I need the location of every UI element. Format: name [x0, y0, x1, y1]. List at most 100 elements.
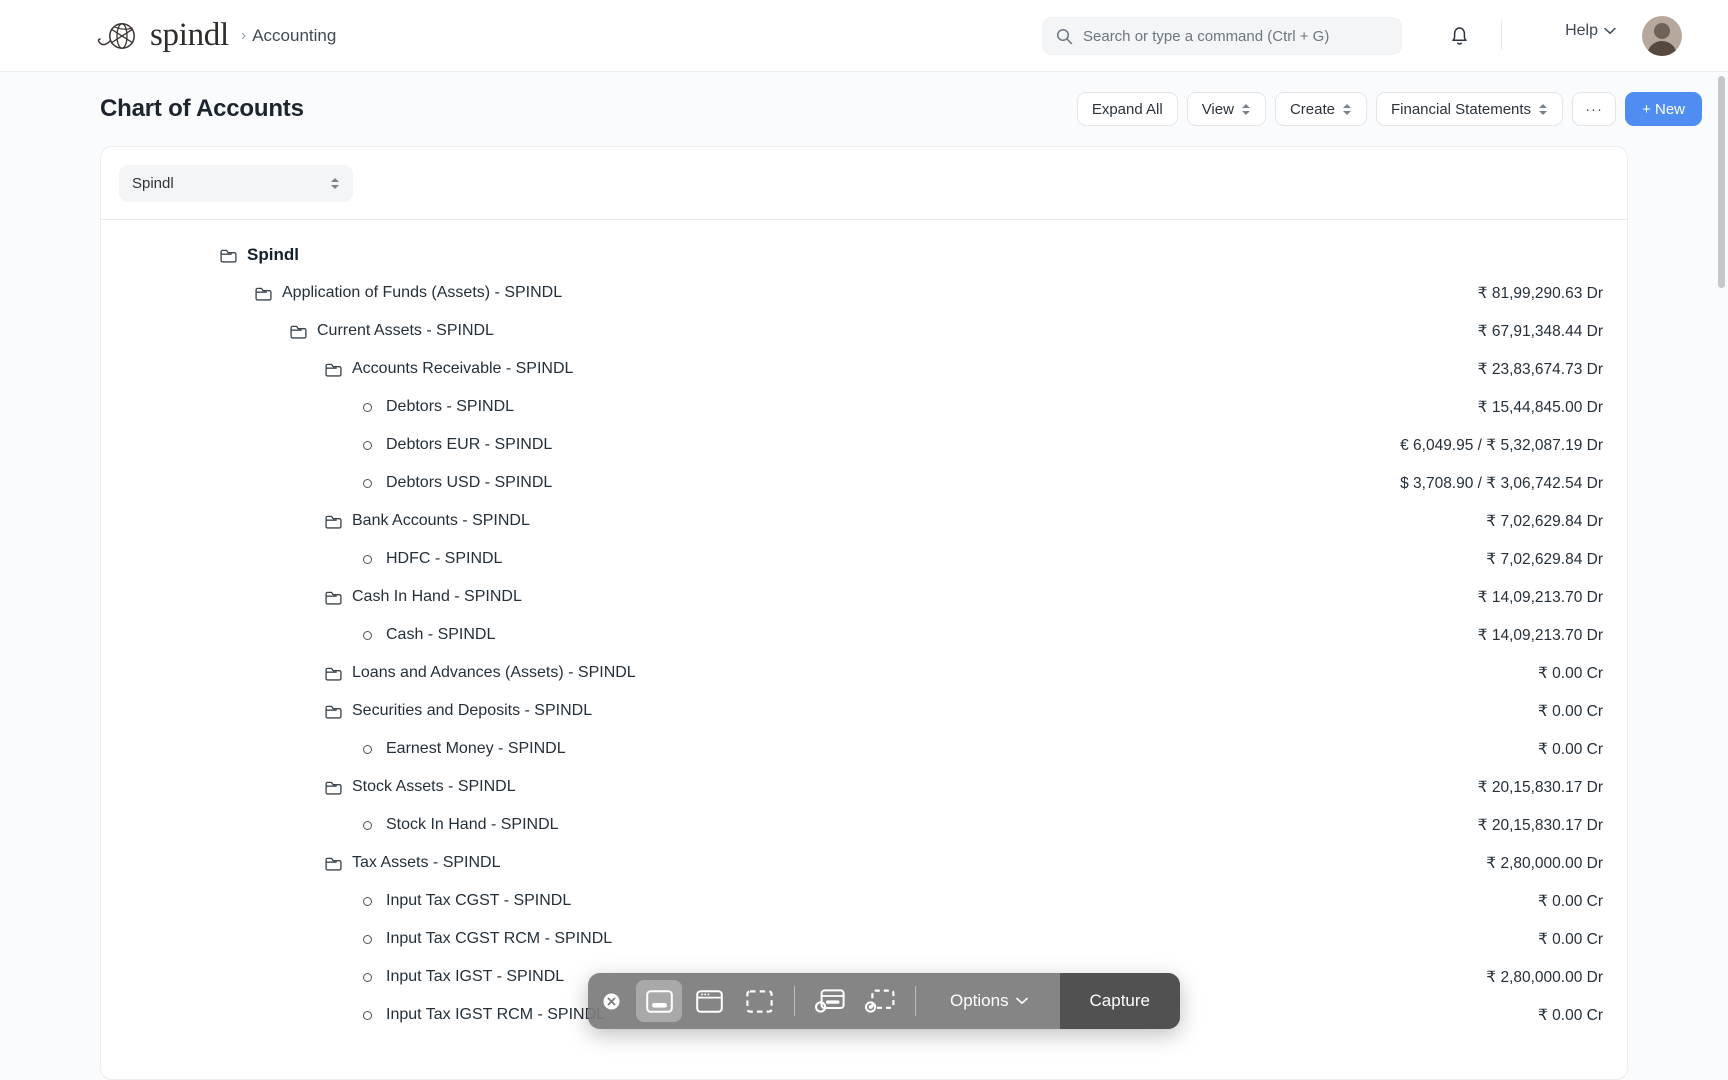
tree-row-label: Loans and Advances (Assets) - SPINDL	[352, 664, 636, 682]
record-selection-button[interactable]	[857, 980, 903, 1022]
tree-row-label-wrap: Cash In Hand - SPINDL	[101, 588, 1478, 607]
tree-row[interactable]: Debtors - SPINDL₹ 15,44,845.00 Dr	[101, 388, 1627, 426]
tree-row-label-wrap: Debtors - SPINDL	[101, 398, 1478, 416]
up-down-chevron-icon	[1343, 102, 1352, 117]
toolbar-divider	[915, 986, 916, 1016]
tree-row-label: Debtors - SPINDL	[386, 398, 514, 416]
tree-row[interactable]: Stock In Hand - SPINDL₹ 20,15,830.17 Dr	[101, 806, 1627, 844]
tree-row[interactable]: Debtors EUR - SPINDL € 6,049.95 / ₹ 5,32,…	[101, 426, 1627, 464]
help-menu-button[interactable]: Help	[1565, 22, 1616, 40]
capture-button[interactable]: Capture	[1060, 973, 1180, 1029]
search-icon	[1056, 28, 1073, 45]
tree-row-amount: ₹ 67,91,348.44 Dr	[1478, 322, 1603, 341]
tree-row[interactable]: Bank Accounts - SPINDL ₹ 7,02,629.84 Dr	[101, 502, 1627, 540]
expand-all-label: Expand All	[1092, 101, 1163, 118]
tree-row-amount: ₹ 20,15,830.17 Dr	[1478, 816, 1603, 835]
search-placeholder-text: Search or type a command (Ctrl + G)	[1083, 28, 1329, 45]
options-label: Options	[950, 991, 1009, 1011]
tree-row[interactable]: Securities and Deposits - SPINDL₹ 0.00 C…	[101, 692, 1627, 730]
tree-row[interactable]: HDFC - SPINDL₹ 7,02,629.84 Dr	[101, 540, 1627, 578]
tree-row-label-wrap: Tax Assets - SPINDL	[101, 854, 1486, 873]
tree-row[interactable]: Current Assets - SPINDL ₹ 67,91,348.44 Dr	[101, 312, 1627, 350]
create-button[interactable]: Create	[1275, 92, 1367, 126]
company-select-value: Spindl	[132, 175, 331, 192]
tree-row-label-wrap: Stock Assets - SPINDL	[101, 778, 1478, 797]
content-stage: Spindl Spindl Application of Funds (Asset…	[0, 146, 1728, 1080]
search-input[interactable]: Search or type a command (Ctrl + G)	[1042, 17, 1402, 55]
tree-row-amount: ₹ 0.00 Cr	[1538, 1006, 1603, 1025]
more-options-label: ···	[1585, 101, 1603, 118]
tree-row[interactable]: Input Tax CGST - SPINDL₹ 0.00 Cr	[101, 882, 1627, 920]
tree-row-label-wrap: Securities and Deposits - SPINDL	[101, 702, 1538, 721]
tree-row[interactable]: Application of Funds (Assets) - SPINDL₹ …	[101, 274, 1627, 312]
tree-row-label: Input Tax IGST RCM - SPINDL	[386, 1006, 605, 1024]
folder-icon	[254, 284, 273, 303]
tree-row[interactable]: Input Tax CGST RCM - SPINDL₹ 0.00 Cr	[101, 920, 1627, 958]
tree-row-label: Stock Assets - SPINDL	[352, 778, 516, 796]
capture-window-button[interactable]	[686, 980, 732, 1022]
close-icon	[602, 992, 621, 1011]
folder-icon	[324, 778, 343, 797]
tree-row-label-wrap: Current Assets - SPINDL	[101, 322, 1478, 341]
folder-icon	[324, 588, 343, 607]
breadcrumb-separator: ›	[241, 27, 246, 45]
tree-row-label: Spindl	[247, 245, 299, 265]
chevron-down-icon	[1016, 997, 1028, 1005]
avatar-head	[1654, 23, 1670, 39]
tree-row-label: Debtors USD - SPINDL	[386, 474, 552, 492]
tree-row-label: Accounts Receivable - SPINDL	[352, 360, 573, 378]
tree-row-label: Tax Assets - SPINDL	[352, 854, 501, 872]
circle-icon	[363, 935, 372, 944]
more-options-button[interactable]: ···	[1572, 92, 1616, 126]
capture-entire-screen-icon	[646, 990, 673, 1013]
tree-row-label-wrap: HDFC - SPINDL	[101, 550, 1486, 568]
tree-row-label-wrap: Debtors USD - SPINDL	[101, 474, 1400, 492]
tree-row[interactable]: Cash - SPINDL₹ 14,09,213.70 Dr	[101, 616, 1627, 654]
tree-row-amount: $ 3,708.90 / ₹ 3,06,742.54 Dr	[1400, 474, 1603, 493]
brand-home-link[interactable]: spindl	[94, 19, 229, 53]
record-entire-screen-button[interactable]	[807, 980, 853, 1022]
tree-row-amount: ₹ 20,15,830.17 Dr	[1478, 778, 1603, 797]
tree-row-amount: ₹ 0.00 Cr	[1538, 664, 1603, 683]
tree-row-amount: ₹ 23,83,674.73 Dr	[1478, 360, 1603, 379]
tree-row-amount: ₹ 7,02,629.84 Dr	[1486, 512, 1603, 531]
tree-row[interactable]: Tax Assets - SPINDL ₹ 2,80,000.00 Dr	[101, 844, 1627, 882]
tree-row-amount: € 6,049.95 / ₹ 5,32,087.19 Dr	[1400, 436, 1603, 455]
tree-row-label-wrap: Cash - SPINDL	[101, 626, 1478, 644]
folder-icon	[289, 322, 308, 341]
tree-row[interactable]: Loans and Advances (Assets) - SPINDL ₹ 0.…	[101, 654, 1627, 692]
tree-row[interactable]: Debtors USD - SPINDL $ 3,708.90 / ₹ 3,06,…	[101, 464, 1627, 502]
notification-bell-button[interactable]	[1442, 19, 1476, 53]
avatar[interactable]	[1642, 16, 1682, 56]
tree-row[interactable]: Earnest Money - SPINDL₹ 0.00 Cr	[101, 730, 1627, 768]
record-entire-screen-icon	[815, 989, 845, 1013]
expand-all-button[interactable]: Expand All	[1077, 92, 1178, 126]
tree-row-label: Current Assets - SPINDL	[317, 322, 494, 340]
close-button[interactable]	[588, 992, 634, 1011]
financial-statements-button[interactable]: Financial Statements	[1376, 92, 1563, 126]
accounts-tree: Spindl Application of Funds (Assets) - SP…	[101, 220, 1627, 1034]
tree-row[interactable]: Accounts Receivable - SPINDL ₹ 23,83,674.…	[101, 350, 1627, 388]
tree-row-label: Cash - SPINDL	[386, 626, 495, 644]
tree-row-label: Bank Accounts - SPINDL	[352, 512, 530, 530]
spindl-yarn-logo-icon	[94, 19, 140, 53]
breadcrumb-accounting[interactable]: Accounting	[252, 26, 336, 46]
tree-row[interactable]: Stock Assets - SPINDL ₹ 20,15,830.17 Dr	[101, 768, 1627, 806]
tree-row-label: Debtors EUR - SPINDL	[386, 436, 552, 454]
tree-row-label: Application of Funds (Assets) - SPINDL	[282, 284, 562, 302]
notification-bell-icon	[1449, 25, 1470, 47]
tree-row-label-wrap: Input Tax CGST - SPINDL	[101, 892, 1538, 910]
capture-entire-screen-button[interactable]	[636, 980, 682, 1022]
tree-row[interactable]: Cash In Hand - SPINDL₹ 14,09,213.70 Dr	[101, 578, 1627, 616]
new-button[interactable]: + New	[1625, 92, 1702, 126]
company-select[interactable]: Spindl	[119, 165, 353, 202]
tree-row-label-wrap: Accounts Receivable - SPINDL	[101, 360, 1478, 379]
capture-selection-button[interactable]	[736, 980, 782, 1022]
options-button[interactable]: Options	[932, 991, 1046, 1011]
circle-icon	[363, 441, 372, 450]
tree-row-amount: ₹ 2,80,000.00 Dr	[1486, 854, 1603, 873]
create-label: Create	[1290, 101, 1335, 118]
page-scrollbar[interactable]	[1718, 76, 1725, 288]
view-button[interactable]: View	[1187, 92, 1266, 126]
tree-row[interactable]: Spindl	[101, 236, 1627, 274]
